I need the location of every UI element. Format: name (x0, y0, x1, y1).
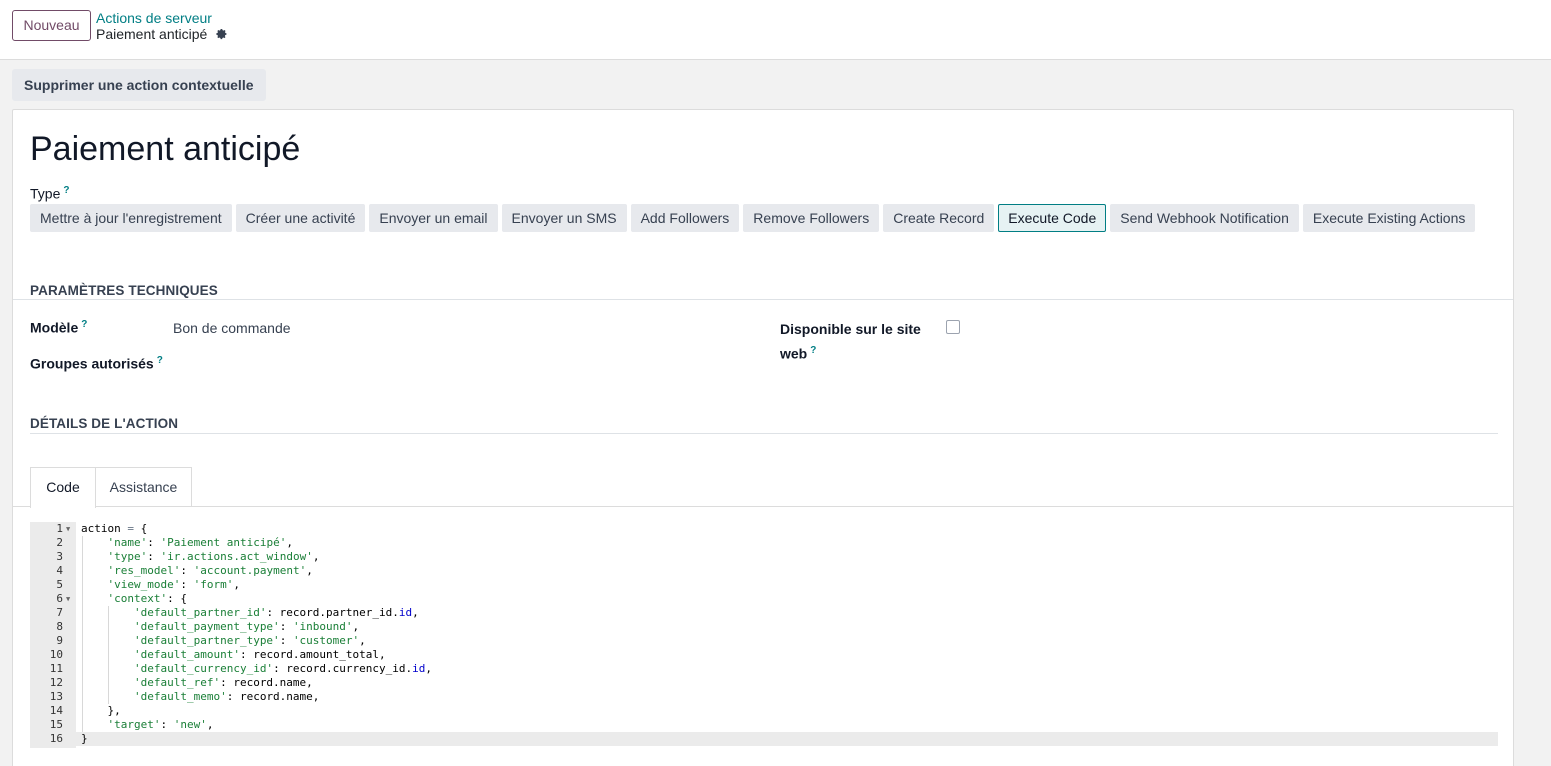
breadcrumb-record-label: Paiement anticipé (96, 26, 208, 42)
type-option-send-email[interactable]: Envoyer un email (369, 204, 498, 232)
tech-params-heading: PARAMÈTRES TECHNIQUES (30, 283, 218, 298)
fold-toggle-icon[interactable]: ▼ (66, 522, 70, 536)
action-details-heading: DÉTAILS DE L'ACTION (30, 416, 179, 431)
tech-params-divider (13, 299, 1513, 300)
groups-label-text: Groupes autorisés (30, 355, 154, 372)
breadcrumb-server-actions[interactable]: Actions de serveur (96, 10, 212, 26)
code-text: 'default_amount': record.amount_total, (133, 648, 386, 661)
tab-code[interactable]: Code (30, 467, 96, 508)
code-line[interactable]: 9 'default_partner_type': 'customer', (30, 634, 1498, 648)
type-label-text: Type (30, 185, 61, 202)
code-text: 'default_partner_id': record.partner_id.… (133, 606, 419, 619)
type-option-send-webhook[interactable]: Send Webhook Notification (1110, 204, 1299, 232)
line-number: 9 (56, 634, 63, 647)
code-text: 'context': { (107, 592, 187, 605)
code-text: } (81, 732, 88, 745)
code-text: 'view_mode': 'form', (107, 578, 240, 591)
code-text: }, (81, 704, 121, 717)
website-help-icon[interactable]: ? (810, 345, 816, 356)
breadcrumb-current-record: Paiement anticipé (96, 26, 228, 42)
line-number: 5 (56, 578, 63, 591)
line-number: 6 (56, 592, 63, 605)
line-number: 14 (49, 704, 63, 717)
delete-contextual-action-button[interactable]: Supprimer une action contextuelle (12, 69, 266, 101)
indent-guide (108, 606, 110, 704)
line-number: 13 (49, 690, 63, 703)
code-line[interactable]: 6 ▼ 'context': { (30, 592, 1498, 606)
type-selector: Mettre à jour l'enregistrement Créer une… (30, 204, 1476, 232)
website-label: Disponible sur le site web? (780, 319, 921, 365)
code-line[interactable]: 12 'default_ref': record.name, (30, 676, 1498, 690)
website-label-line1: Disponible sur le site (780, 321, 921, 337)
record-title[interactable]: Paiement anticipé (30, 130, 300, 169)
website-checkbox[interactable] (946, 320, 960, 334)
code-line[interactable]: 5 'view_mode': 'form', (30, 578, 1498, 592)
line-number: 16 (49, 732, 63, 745)
code-line[interactable]: 4 'res_model': 'account.payment', (30, 564, 1498, 578)
model-help-icon[interactable]: ? (81, 319, 87, 330)
type-option-create-activity[interactable]: Créer une activité (235, 204, 366, 232)
model-label-text: Modèle (30, 319, 79, 336)
new-button[interactable]: Nouveau (12, 10, 91, 41)
code-line[interactable]: 1 ▼ action = { (30, 522, 1498, 536)
code-line[interactable]: 11 'default_currency_id': record.currenc… (30, 662, 1498, 676)
line-number: 12 (49, 676, 63, 689)
form-sheet: Paiement anticipé Type? Mettre à jour l'… (12, 109, 1514, 766)
tab-assistance[interactable]: Assistance (95, 467, 192, 507)
action-details-divider (30, 433, 1498, 434)
line-number: 1 (56, 522, 63, 535)
model-label: Modèle? (30, 319, 87, 336)
code-text: 'res_model': 'account.payment', (107, 564, 313, 577)
code-text: action = { (81, 522, 148, 535)
groups-help-icon[interactable]: ? (157, 355, 163, 366)
code-text: 'default_ref': record.name, (133, 676, 313, 689)
type-label: Type? (30, 185, 69, 202)
gear-icon[interactable] (214, 27, 228, 41)
line-number: 15 (49, 718, 63, 731)
type-option-execute-existing-actions[interactable]: Execute Existing Actions (1302, 204, 1476, 232)
code-line[interactable]: 2 'name': 'Paiement anticipé', (30, 536, 1498, 550)
code-line[interactable]: 15 'target': 'new', (30, 718, 1498, 732)
code-editor[interactable]: 1 ▼ action = {2 'name': 'Paiement anticipé… (30, 522, 1498, 748)
code-text: 'type': 'ir.actions.act_window', (107, 550, 320, 563)
code-text: 'default_currency_id': record.currency_i… (133, 662, 433, 675)
model-value[interactable]: Bon de commande (173, 320, 291, 336)
code-text: 'default_payment_type': 'inbound', (133, 620, 360, 633)
code-text: 'default_partner_type': 'customer', (133, 634, 366, 647)
line-number: 8 (56, 620, 63, 633)
type-option-add-followers[interactable]: Add Followers (630, 204, 740, 232)
type-option-remove-followers[interactable]: Remove Followers (743, 204, 880, 232)
fold-toggle-icon[interactable]: ▼ (66, 592, 70, 606)
code-line[interactable]: 13 'default_memo': record.name, (30, 690, 1498, 704)
type-option-create-record[interactable]: Create Record (883, 204, 995, 232)
type-option-send-sms[interactable]: Envoyer un SMS (501, 204, 627, 232)
code-line[interactable]: 3 'type': 'ir.actions.act_window', (30, 550, 1498, 564)
indent-guide (82, 536, 83, 732)
type-help-icon[interactable]: ? (63, 185, 69, 196)
type-option-update-record[interactable]: Mettre à jour l'enregistrement (30, 204, 232, 232)
type-option-execute-code[interactable]: Execute Code (998, 204, 1107, 232)
line-number: 4 (56, 564, 63, 577)
code-text: 'default_memo': record.name, (133, 690, 320, 703)
tabs-divider (13, 506, 1513, 507)
control-panel: Nouveau Actions de serveur Paiement anti… (0, 0, 1551, 60)
code-line[interactable]: 14 }, (30, 704, 1498, 718)
code-line[interactable]: 10 'default_amount': record.amount_total… (30, 648, 1498, 662)
line-number: 2 (56, 536, 63, 549)
code-line[interactable]: 16} (30, 732, 1498, 746)
line-number: 7 (56, 606, 63, 619)
website-label-line2: web (780, 345, 808, 362)
groups-label: Groupes autorisés? (30, 355, 163, 372)
code-text: 'name': 'Paiement anticipé', (107, 536, 293, 549)
line-number: 10 (49, 648, 63, 661)
code-text: 'target': 'new', (107, 718, 214, 731)
code-line[interactable]: 8 'default_payment_type': 'inbound', (30, 620, 1498, 634)
line-number: 3 (56, 550, 63, 563)
code-line[interactable]: 7 'default_partner_id': record.partner_i… (30, 606, 1498, 620)
line-number: 11 (49, 662, 63, 675)
